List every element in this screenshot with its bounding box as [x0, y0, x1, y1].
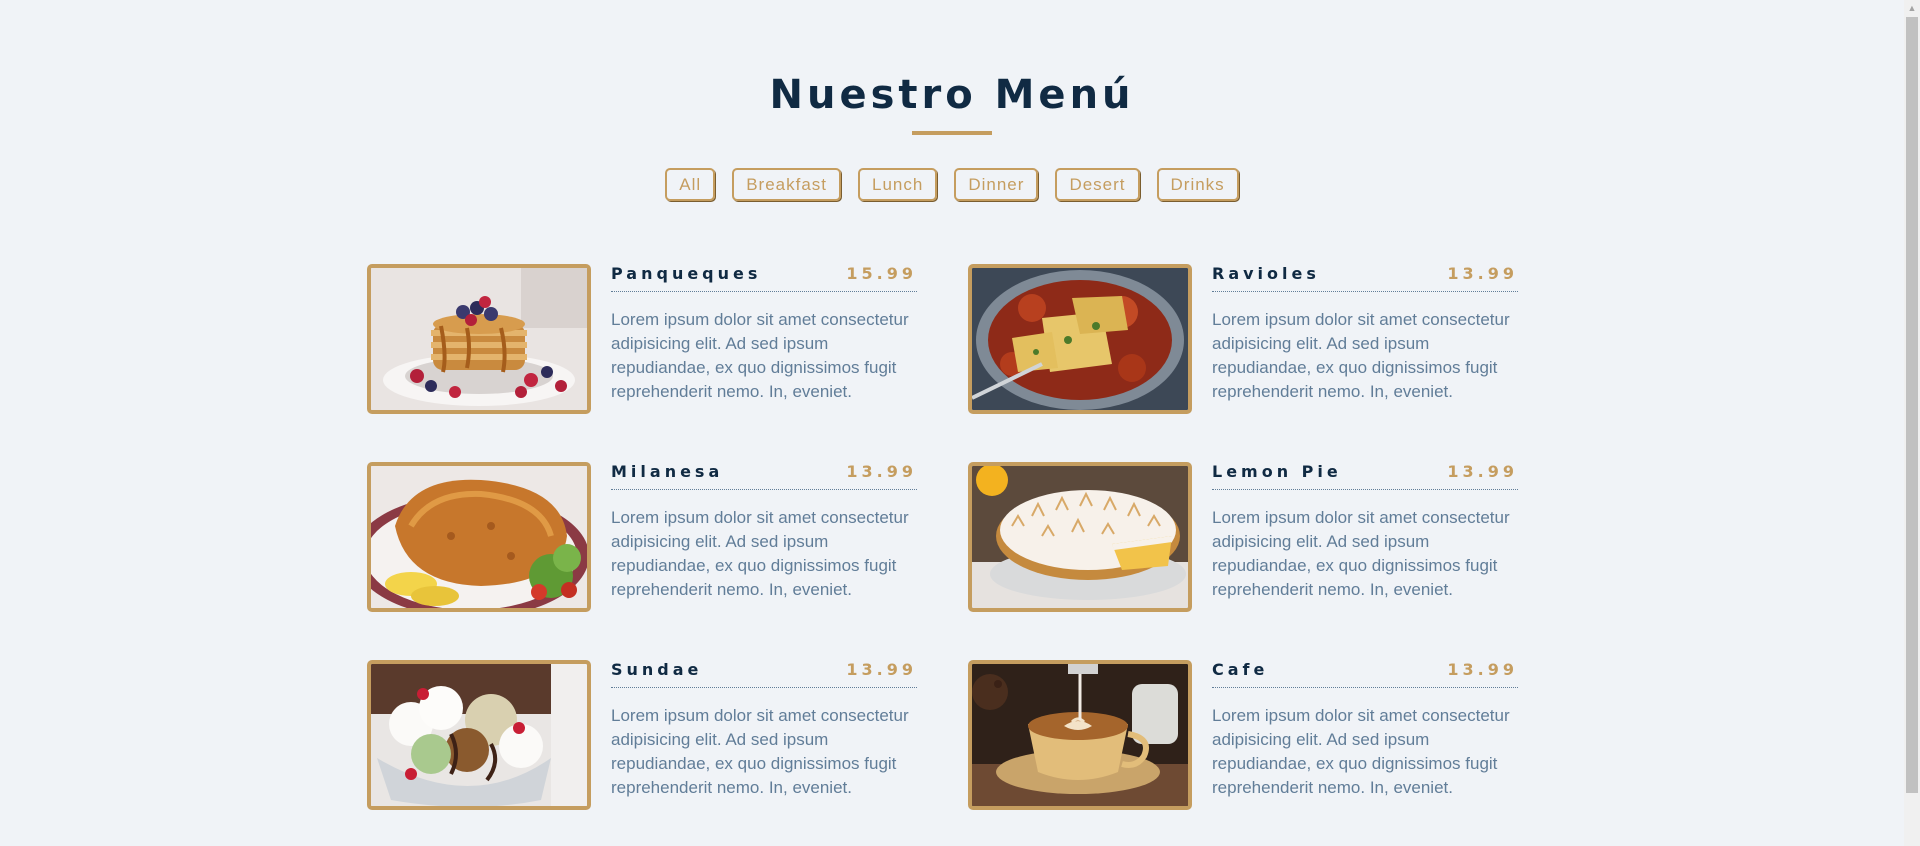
item-name: Milanesa [611, 462, 724, 481]
item-header: Milanesa 13.99 [611, 462, 917, 490]
item-name: Sundae [611, 660, 703, 679]
scroll-up-arrow-icon[interactable]: ▲ [1904, 0, 1920, 16]
scrollbar-thumb[interactable] [1906, 17, 1918, 793]
title-underline [912, 131, 992, 135]
item-price: 13.99 [846, 660, 917, 679]
menu-item: Sundae 13.99 Lorem ipsum dolor sit amet … [367, 660, 917, 810]
item-description: Lorem ipsum dolor sit amet consectetur a… [1212, 310, 1510, 401]
menu-grid: Panqueques 15.99 Lorem ipsum dolor sit a… [367, 264, 1537, 810]
item-name: Panqueques [611, 264, 762, 283]
item-header: Cafe 13.99 [1212, 660, 1518, 688]
filter-dinner-button[interactable]: Dinner [954, 168, 1039, 201]
milanesa-photo [367, 462, 591, 612]
item-name: Lemon Pie [1212, 462, 1342, 481]
sundae-photo [367, 660, 591, 810]
item-info: Cafe 13.99 Lorem ipsum dolor sit amet co… [1212, 660, 1518, 810]
item-name: Ravioles [1212, 264, 1320, 283]
page-title: Nuestro Menú [769, 72, 1135, 118]
vertical-scrollbar[interactable]: ▲ [1904, 0, 1920, 846]
item-price: 15.99 [846, 264, 917, 283]
filter-breakfast-button[interactable]: Breakfast [732, 168, 842, 201]
menu-item: Ravioles 13.99 Lorem ipsum dolor sit ame… [968, 264, 1518, 414]
item-description: Lorem ipsum dolor sit amet consectetur a… [611, 706, 909, 797]
item-info: Ravioles 13.99 Lorem ipsum dolor sit ame… [1212, 264, 1518, 414]
item-price: 13.99 [1447, 660, 1518, 679]
item-price: 13.99 [1447, 462, 1518, 481]
lemon-pie-photo [968, 462, 1192, 612]
item-name: Cafe [1212, 660, 1269, 679]
filter-drinks-button[interactable]: Drinks [1156, 168, 1239, 201]
menu-item: Lemon Pie 13.99 Lorem ipsum dolor sit am… [968, 462, 1518, 612]
menu-item: Milanesa 13.99 Lorem ipsum dolor sit ame… [367, 462, 917, 612]
item-header: Sundae 13.99 [611, 660, 917, 688]
item-description: Lorem ipsum dolor sit amet consectetur a… [611, 508, 909, 599]
menu-item: Cafe 13.99 Lorem ipsum dolor sit amet co… [968, 660, 1518, 810]
filter-all-button[interactable]: All [665, 168, 716, 201]
item-header: Ravioles 13.99 [1212, 264, 1518, 292]
page: Nuestro Menú All Breakfast Lunch Dinner … [0, 0, 1904, 846]
item-info: Milanesa 13.99 Lorem ipsum dolor sit ame… [611, 462, 917, 612]
item-header: Panqueques 15.99 [611, 264, 917, 292]
coffee-photo [968, 660, 1192, 810]
item-price: 13.99 [846, 462, 917, 481]
item-price: 13.99 [1447, 264, 1518, 283]
item-description: Lorem ipsum dolor sit amet consectetur a… [1212, 706, 1510, 797]
filter-desert-button[interactable]: Desert [1055, 168, 1140, 201]
item-info: Sundae 13.99 Lorem ipsum dolor sit amet … [611, 660, 917, 810]
item-header: Lemon Pie 13.99 [1212, 462, 1518, 490]
item-description: Lorem ipsum dolor sit amet consectetur a… [611, 310, 909, 401]
filter-lunch-button[interactable]: Lunch [858, 168, 938, 201]
menu-item: Panqueques 15.99 Lorem ipsum dolor sit a… [367, 264, 917, 414]
pancakes-photo [367, 264, 591, 414]
item-info: Panqueques 15.99 Lorem ipsum dolor sit a… [611, 264, 917, 414]
filter-bar: All Breakfast Lunch Dinner Desert Drinks [0, 168, 1904, 201]
ravioli-photo [968, 264, 1192, 414]
item-description: Lorem ipsum dolor sit amet consectetur a… [1212, 508, 1510, 599]
item-info: Lemon Pie 13.99 Lorem ipsum dolor sit am… [1212, 462, 1518, 612]
